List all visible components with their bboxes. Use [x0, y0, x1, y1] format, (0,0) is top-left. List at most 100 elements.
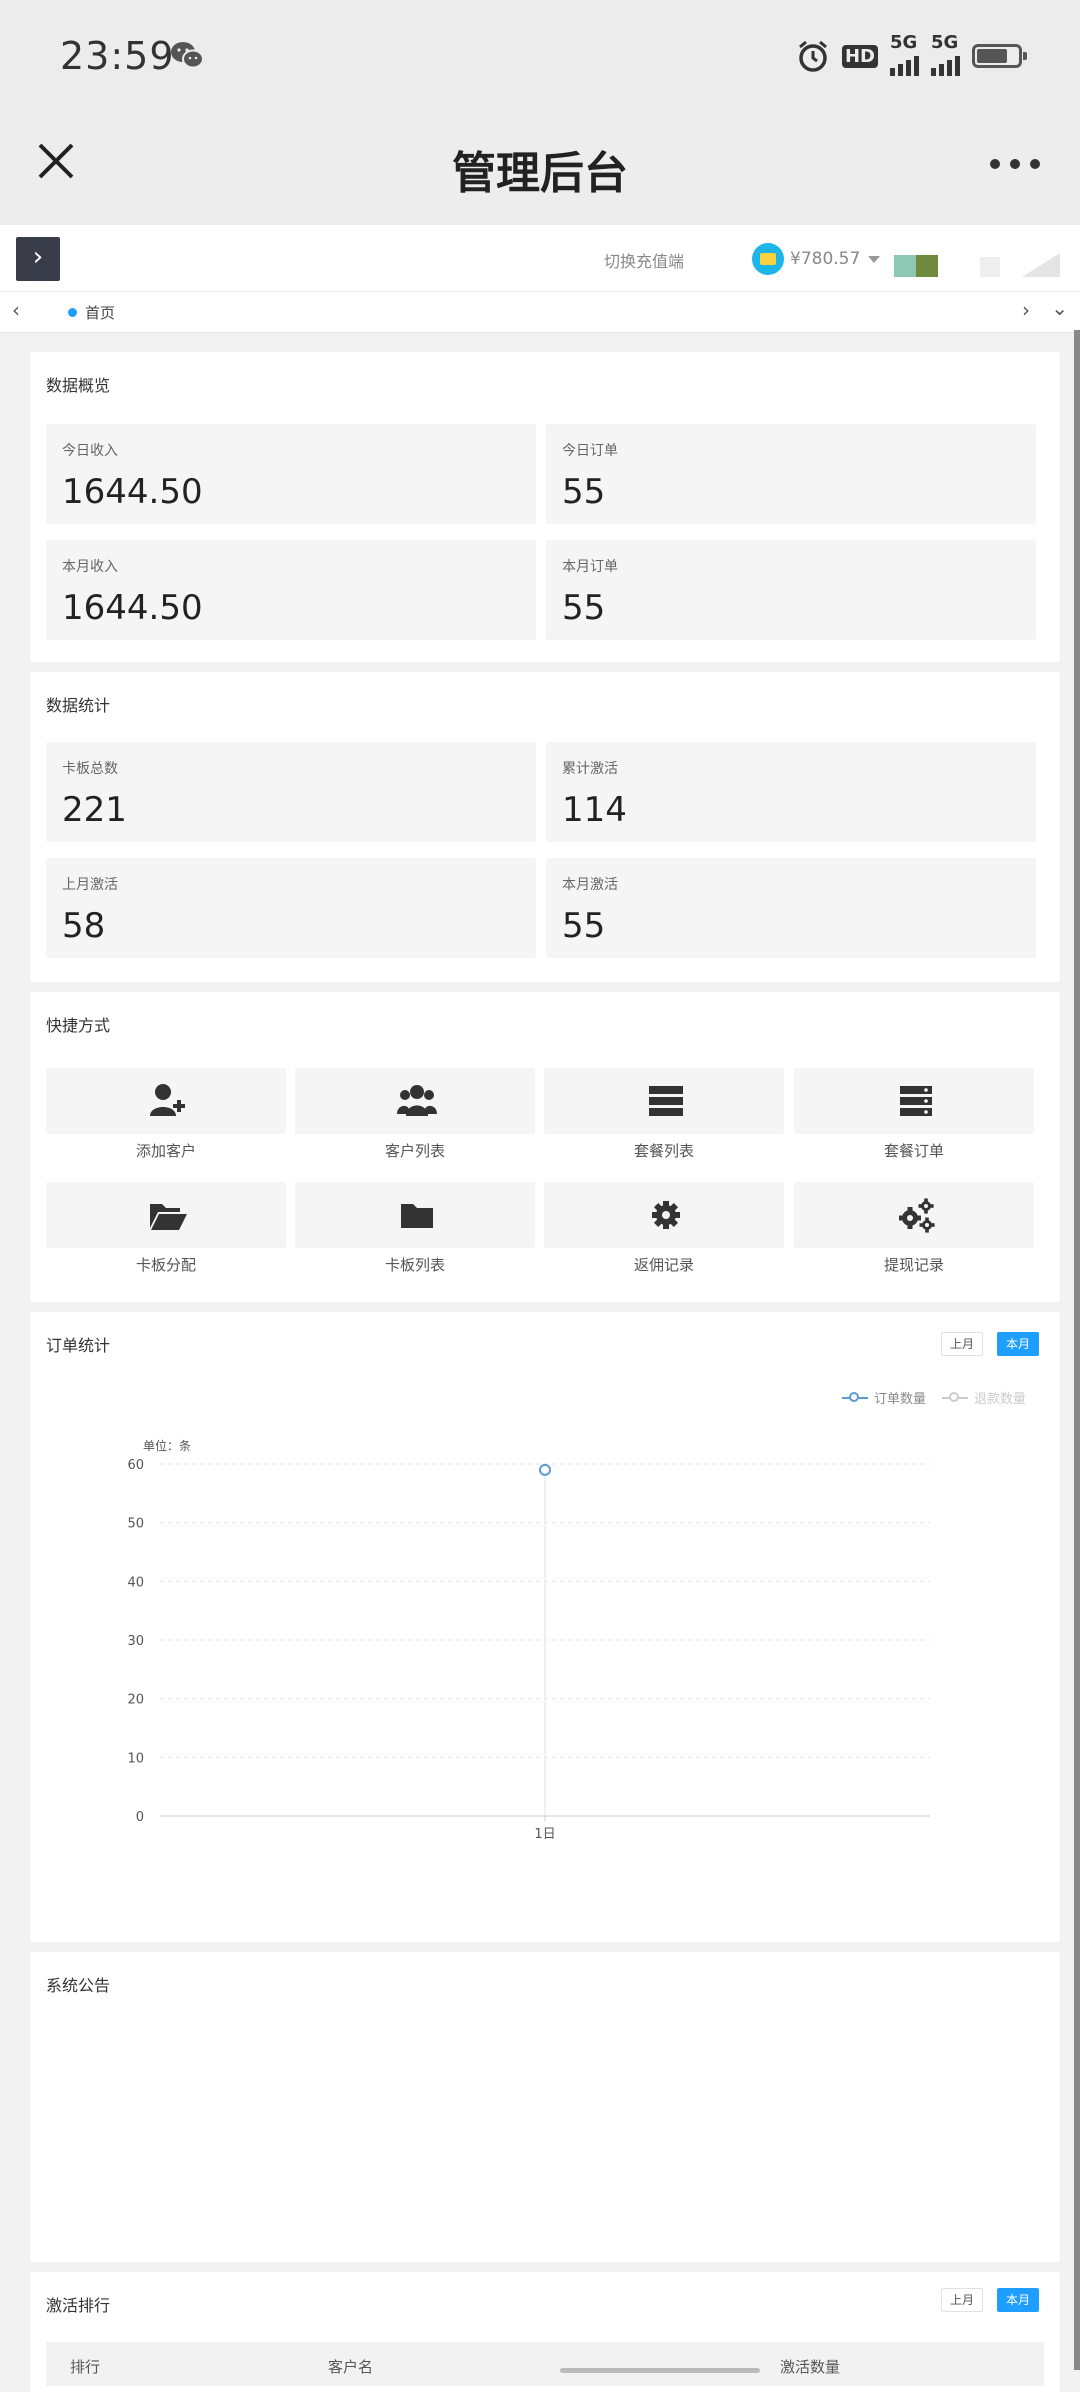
more-icon[interactable]: [990, 159, 1040, 169]
status-bar: 23:59 HD 5G 5G: [0, 0, 1080, 115]
status-icons: HD 5G 5G: [796, 32, 1027, 76]
stat-total-cards: 卡板总数 221: [46, 742, 536, 842]
y-tick-label: 50: [127, 1517, 144, 1532]
stat-value: 55: [562, 588, 606, 628]
orders-chart-card: 订单统计 上月 本月 订单数量 退款数量 单位：条 0 10 20 30 40 50 60 1…: [30, 1312, 1060, 1942]
active-dot-icon: [68, 308, 77, 317]
nav-bar: 管理后台: [0, 115, 1080, 225]
shortcut-label[interactable]: 添加客户: [46, 1140, 286, 1161]
ranking-card: 激活排行 上月 本月 排行 客户名 激活数量: [30, 2272, 1060, 2392]
shortcut-package-orders[interactable]: [794, 1068, 1034, 1134]
shortcut-label[interactable]: 套餐订单: [794, 1140, 1034, 1161]
wallet-icon: [752, 243, 784, 275]
stat-last-month-activations: 上月激活 58: [46, 858, 536, 958]
shortcut-commission-records[interactable]: [544, 1182, 784, 1248]
stat-value: 58: [62, 906, 106, 946]
y-tick-label: 20: [127, 1693, 144, 1708]
gears-icon: [899, 1198, 935, 1233]
tab-home[interactable]: 首页: [68, 302, 115, 323]
network-label-1: 5G: [890, 32, 918, 53]
stat-label: 卡板总数: [62, 761, 118, 777]
data-point: [539, 1463, 551, 1476]
stat-value: 55: [562, 472, 606, 512]
column-header-activations: 激活数量: [780, 2358, 841, 2376]
y-tick-label: 30: [127, 1634, 144, 1649]
shortcut-label[interactable]: 提现记录: [794, 1254, 1034, 1275]
database-icon: [900, 1086, 932, 1116]
wallet-balance[interactable]: ¥780.57: [752, 243, 881, 275]
horizontal-scroll-indicator: [560, 2368, 760, 2373]
network-label-2: 5G: [931, 32, 959, 53]
shortcut-card-list[interactable]: [295, 1182, 535, 1248]
x-tick-label: 1日: [534, 1827, 555, 1842]
shortcuts-title: 快捷方式: [46, 1016, 111, 1035]
chart-axes: 0 10 20 30 40 50 60 1日: [127, 1458, 930, 1842]
shortcut-label[interactable]: 卡板分配: [46, 1254, 286, 1275]
y-tick-label: 0: [136, 1810, 144, 1825]
tab-home-label: 首页: [85, 304, 116, 322]
stat-value: 114: [562, 790, 627, 830]
y-unit-label: 单位：条: [143, 1438, 191, 1453]
folder-open-icon: [150, 1204, 187, 1230]
chevron-left-icon[interactable]: ‹: [12, 298, 20, 322]
y-tick-label: 40: [127, 1575, 144, 1590]
user-plus-icon: [150, 1084, 185, 1116]
order-line-chart: 单位：条 0 10 20 30 40 50 60 1日: [127, 1438, 930, 1842]
shortcut-customer-list[interactable]: [295, 1068, 535, 1134]
stat-value: 1644.50: [62, 472, 203, 512]
signal-bars-icon: [931, 50, 960, 76]
toolbar-icon[interactable]: [980, 257, 1000, 277]
stat-total-activations: 累计激活 114: [546, 742, 1036, 842]
caret-down-icon: [868, 255, 881, 263]
stat-label: 今日收入: [62, 443, 118, 459]
stat-label: 本月激活: [562, 877, 618, 893]
shortcut-label[interactable]: 客户列表: [295, 1140, 535, 1161]
stat-value: 221: [62, 790, 127, 830]
stat-today-income: 今日收入 1644.50: [46, 424, 536, 524]
stat-label: 今日订单: [562, 443, 618, 459]
signal-2: 5G: [931, 32, 960, 76]
shortcut-package-list[interactable]: [544, 1068, 784, 1134]
stat-month-orders: 本月订单 55: [546, 540, 1036, 640]
shortcut-label[interactable]: 返佣记录: [544, 1254, 784, 1275]
stat-value: 1644.50: [62, 588, 203, 628]
chevron-right-icon[interactable]: ›: [1022, 298, 1030, 322]
avatar[interactable]: [894, 255, 938, 277]
users-icon: [397, 1085, 437, 1116]
signal-bars-icon: [890, 50, 919, 76]
tabs-bar: ‹ 首页 › ⌄: [0, 292, 1080, 333]
stat-value: 55: [562, 906, 606, 946]
stat-month-income: 本月收入 1644.50: [46, 540, 536, 640]
shortcut-add-customer[interactable]: [46, 1068, 286, 1134]
toolbar-icon[interactable]: [1022, 253, 1060, 277]
ranking-last-month-button[interactable]: 上月: [941, 2288, 984, 2312]
shortcut-label[interactable]: 卡板列表: [295, 1254, 535, 1275]
admin-header: › 切换充值端 ¥780.57: [0, 225, 1080, 292]
battery-icon: [972, 44, 1027, 68]
signal-1: 5G: [890, 32, 919, 76]
balance-amount: ¥780.57: [790, 249, 861, 269]
wechat-icon: [171, 42, 204, 69]
shortcut-label[interactable]: 套餐列表: [544, 1140, 784, 1161]
ranking-table-header: 排行 客户名 激活数量: [46, 2342, 1044, 2386]
overview-title: 数据概览: [46, 376, 111, 395]
server-icon: [649, 1086, 683, 1116]
page-title: 管理后台: [452, 148, 628, 199]
folder-icon: [401, 1204, 433, 1228]
stat-today-orders: 今日订单 55: [546, 424, 1036, 524]
menu-toggle-button[interactable]: ›: [16, 237, 60, 281]
page-scrollbar[interactable]: [1074, 330, 1080, 2370]
announcement-card: 系统公告: [30, 1952, 1060, 2262]
shortcut-withdrawal-records[interactable]: [794, 1182, 1034, 1248]
hd-indicator: HD: [841, 44, 878, 68]
announcement-title: 系统公告: [46, 1976, 111, 1995]
ranking-this-month-button[interactable]: 本月: [997, 2288, 1040, 2312]
column-header-rank: 排行: [70, 2358, 101, 2376]
alarm-icon: [799, 40, 827, 72]
y-tick-label: 10: [127, 1751, 144, 1766]
switch-recharge-link[interactable]: 切换充值端: [604, 248, 684, 272]
shortcut-card-assign[interactable]: [46, 1182, 286, 1248]
hd-label: HD: [841, 44, 878, 68]
stat-label: 累计激活: [562, 761, 618, 777]
chevron-down-icon[interactable]: ⌄: [1051, 296, 1068, 320]
